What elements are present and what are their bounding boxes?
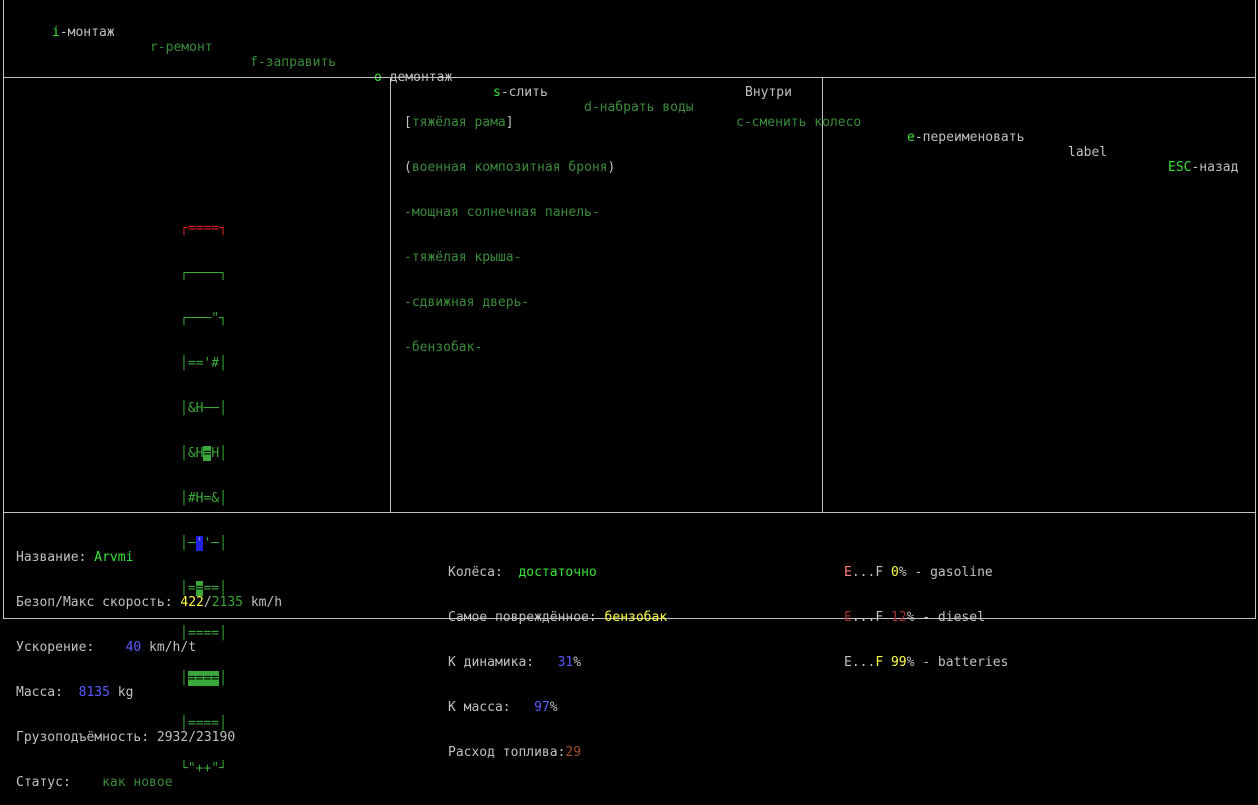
fuel-diesel: E...F 12% - diesel [844,610,985,625]
map-row-6: │#H=&│ [180,491,227,506]
parts-header: Внутри [745,85,792,100]
stat-most-damaged: Самое повреждённое: бензобак [448,610,668,625]
stat-speed: Безоп/Макс скорость: 422/2135 km/h [16,595,283,610]
stat-mass: Масса: 8135 kg [16,685,134,700]
map-row-5: │&H=H│ [180,446,227,461]
stat-fuel-usage: Расход топлива:29 [448,745,582,760]
map-row-1: ┌────┐ [180,266,227,281]
stat-wheels: Колёса: достаточно [448,565,597,580]
menu: i-монтаж r-ремонт f-заправить o-демонтаж… [0,10,1258,175]
part-item[interactable]: -тяжёлая крыша- [404,250,615,265]
map-row-0: ┌====┐ [180,221,227,236]
stat-k-mass: К масса: 97% [448,700,558,715]
map-row-2: ┌───"┐ [180,311,227,326]
stat-accel: Ускорение: 40 km/h/t [16,640,197,655]
map-row-3: │=='#│ [180,356,227,371]
fuel-gasoline: E...F 0% - gasoline [844,565,993,580]
part-item[interactable]: -бензобак- [404,340,615,355]
parts-list: [тяжёлая рама] (военная композитная брон… [404,85,615,370]
stat-cargo: Грузоподъёмность: 2932/23190 [16,730,236,745]
menu-item-refill[interactable]: f-заправить [250,55,336,70]
part-item[interactable]: -мощная солнечная панель- [404,205,615,220]
menu-item-install[interactable]: i-монтаж [52,25,115,40]
fuel-batteries: E...F 99% - batteries [844,655,1009,670]
stat-name: Название: Arvmi [16,550,134,565]
fuel-gauges: E...F 0% - gasoline E...F 12% - diesel E… [844,535,1008,685]
map-row-4: │&H──│ [180,401,227,416]
part-item[interactable]: [тяжёлая рама] [404,115,615,130]
part-item[interactable]: -сдвижная дверь- [404,295,615,310]
stat-status: Статус: как новое [16,775,173,790]
stats-col-1: Название: Arvmi Безоп/Макс скорость: 422… [16,520,282,805]
menu-item-repair[interactable]: r-ремонт [150,40,213,55]
stat-k-dynamics: К динамика: 31% [448,655,582,670]
part-item[interactable]: (военная композитная броня) [404,160,615,175]
description-panel [822,77,1256,513]
stats-col-2: Колёса: достаточно Самое повреждённое: б… [448,535,667,775]
